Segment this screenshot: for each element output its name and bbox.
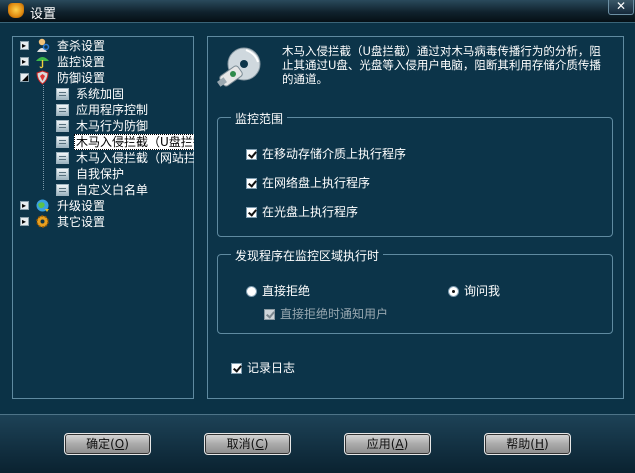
notify-user-checkbox [264, 309, 275, 320]
ask-me-radio[interactable] [448, 286, 459, 297]
tree-item-update[interactable]: ▸ 升级设置 [20, 198, 190, 214]
expand-toggle-icon[interactable]: ▸ [20, 57, 29, 66]
tree-item-label: 其它设置 [57, 215, 106, 229]
page-icon [56, 120, 69, 132]
apply-button-label: 应用 [366, 437, 391, 451]
tree-item-label: 防御设置 [57, 71, 106, 85]
ok-button[interactable]: 确定(O) [64, 433, 151, 455]
ask-me-label[interactable]: 询问我 [464, 284, 500, 298]
globe-update-icon [36, 199, 49, 212]
tree-item-label-selected: 木马入侵拦截（U盘拦截 [74, 134, 194, 150]
page-icon [56, 136, 69, 148]
cancel-button[interactable]: 取消(C) [204, 433, 291, 455]
record-log-checkbox[interactable] [231, 363, 242, 374]
help-button-hotkey: H [534, 437, 545, 451]
close-icon[interactable]: ✕ [616, 0, 626, 13]
expand-toggle-icon[interactable]: ▸ [20, 217, 29, 226]
optical-disc-label[interactable]: 在光盘上执行程序 [262, 205, 358, 219]
reject-radio[interactable] [246, 286, 257, 297]
expand-toggle-icon[interactable]: ▸ [20, 201, 29, 210]
monitor-scope-title: 监控范围 [231, 110, 288, 127]
optical-disc-checkbox[interactable] [246, 207, 257, 218]
person-scan-icon [37, 38, 50, 52]
tree-connector [43, 85, 44, 190]
tree-item-label: 木马行为防御 [76, 119, 149, 133]
page-icon [56, 168, 69, 180]
tree-item-label: 自我保护 [76, 167, 125, 181]
page-icon [56, 104, 69, 116]
page-icon [56, 152, 69, 164]
close-button[interactable]: ✕ [608, 0, 634, 15]
gear-icon [36, 215, 49, 228]
collapse-toggle-icon[interactable]: ◢ [20, 73, 29, 82]
tree-item-web-intercept[interactable]: 木马入侵拦截（网站拦 [56, 150, 194, 166]
usb-disc-icon [217, 47, 261, 87]
cancel-button-label: 取消 [226, 437, 251, 451]
tree-item-defense[interactable]: ◢ 防御设置 [20, 70, 190, 86]
tree-item-app-control[interactable]: 应用程序控制 [56, 102, 190, 118]
notify-user-label: 直接拒绝时通知用户 [280, 307, 389, 321]
apply-button[interactable]: 应用(A) [344, 433, 431, 455]
app-shield-icon [8, 3, 24, 18]
tree-item-monitor[interactable]: ▸ 监控设置 [20, 54, 190, 70]
tree-item-system-hardening[interactable]: 系统加固 [56, 86, 190, 102]
apply-button-hotkey: A [395, 437, 404, 451]
tree-item-scan[interactable]: ▸ 查杀设置 [20, 38, 190, 54]
umbrella-icon [36, 57, 49, 69]
removable-media-label[interactable]: 在移动存储介质上执行程序 [262, 147, 406, 161]
cancel-button-hotkey: C [255, 437, 264, 451]
feature-description: 木马入侵拦截（U盘拦截）通过对木马病毒传播行为的分析，阻止其通过U盘、光盘等入侵… [282, 44, 601, 86]
shield-icon [36, 70, 49, 85]
tree-item-label: 自定义白名单 [76, 183, 149, 197]
help-button-label: 帮助 [506, 437, 531, 451]
tree-item-whitelist[interactable]: 自定义白名单 [56, 182, 190, 198]
window-title: 设置 [30, 7, 57, 22]
page-icon [56, 88, 69, 100]
tree-item-self-protect[interactable]: 自我保护 [56, 166, 190, 182]
tree-item-label: 系统加固 [76, 87, 125, 101]
tree-item-label: 监控设置 [57, 55, 106, 69]
expand-toggle-icon[interactable]: ▸ [20, 41, 29, 50]
record-log-label[interactable]: 记录日志 [247, 361, 295, 375]
removable-media-checkbox[interactable] [246, 149, 257, 160]
ok-button-hotkey: O [114, 437, 125, 451]
tree-item-label: 查杀设置 [57, 39, 106, 53]
reject-label[interactable]: 直接拒绝 [262, 284, 310, 298]
tree-item-label: 升级设置 [57, 199, 106, 213]
network-drive-label[interactable]: 在网络盘上执行程序 [262, 176, 370, 190]
help-button[interactable]: 帮助(H) [484, 433, 571, 455]
network-drive-checkbox[interactable] [246, 178, 257, 189]
ok-button-label: 确定 [86, 437, 111, 451]
tree-item-other[interactable]: ▸ 其它设置 [20, 214, 190, 230]
on-detect-title: 发现程序在监控区域执行时 [231, 247, 384, 264]
tree-item-label: 应用程序控制 [76, 103, 149, 117]
tree-item-trojan-behavior[interactable]: 木马行为防御 [56, 118, 190, 134]
page-icon [56, 184, 69, 196]
title-bar: 设置 [0, 0, 635, 23]
tree-item-usb-intercept[interactable]: 木马入侵拦截（U盘拦截 [56, 134, 194, 150]
tree-item-label: 木马入侵拦截（网站拦 [76, 151, 194, 165]
